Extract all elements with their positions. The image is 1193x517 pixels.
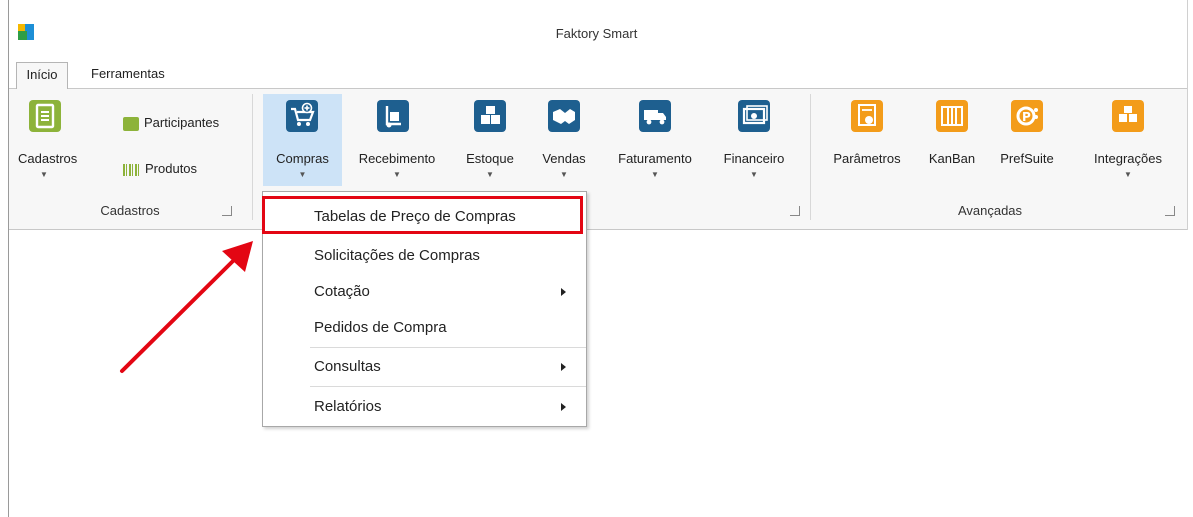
chevron-down-icon: ▼ (486, 170, 494, 179)
menu-item-solicitacoes[interactable]: Solicitações de Compras (314, 247, 480, 264)
produtos-label: Produtos (145, 161, 198, 176)
financeiro-label: Financeiro (723, 151, 785, 166)
chevron-down-icon: ▼ (40, 170, 48, 179)
operations-group-launcher-icon[interactable] (790, 206, 800, 216)
money-icon (738, 100, 770, 132)
document-icon (29, 100, 61, 132)
chevron-down-icon: ▼ (560, 170, 568, 179)
boxes-icon (474, 100, 506, 132)
chevron-down-icon: ▼ (750, 170, 758, 179)
estoque-button[interactable]: Estoque ▼ (456, 94, 524, 186)
tab-inicio[interactable]: Início (16, 62, 68, 89)
submenu-arrow-icon (561, 403, 566, 411)
tab-ferramentas[interactable]: Ferramentas (79, 62, 177, 88)
faturamento-button[interactable]: Faturamento ▼ (602, 94, 708, 186)
cart-icon (286, 100, 318, 132)
hand-truck-icon (377, 100, 409, 132)
annotation-arrow-icon (120, 241, 253, 373)
participantes-label: Participantes (144, 115, 220, 130)
highlight-box (262, 196, 583, 234)
handshake-icon (548, 100, 580, 132)
parametros-button[interactable]: Parâmetros (822, 94, 912, 186)
delivery-truck-icon (639, 100, 671, 132)
prefsuite-button[interactable]: P PrefSuite (992, 94, 1062, 186)
compras-label: Compras (276, 151, 329, 166)
kanban-button[interactable]: KanBan (920, 94, 984, 186)
integrations-icon (1112, 100, 1144, 132)
window-title: Faktory Smart (555, 26, 638, 41)
menu-item-cotacao[interactable]: Cotação (314, 283, 370, 300)
prefsuite-icon: P (1011, 100, 1043, 132)
menu-separator (310, 347, 586, 348)
cadastros-button[interactable]: Cadastros ▼ (18, 94, 78, 186)
window-left-border (8, 0, 9, 517)
parameters-icon (851, 100, 883, 132)
svg-text:P: P (1022, 110, 1031, 124)
integracoes-label: Integrações (1094, 151, 1162, 166)
recebimento-label: Recebimento (358, 151, 436, 166)
group-divider (810, 94, 811, 220)
prefsuite-label: PrefSuite (1000, 151, 1054, 166)
faturamento-label: Faturamento (618, 151, 692, 166)
menu-separator (310, 386, 586, 387)
avancadas-group-label: Avançadas (957, 203, 1023, 218)
participant-card-icon (123, 116, 139, 131)
menu-item-pedidos-de-compra[interactable]: Pedidos de Compra (314, 319, 447, 336)
compras-button[interactable]: Compras ▼ (263, 94, 342, 186)
recebimento-button[interactable]: Recebimento ▼ (345, 94, 449, 186)
menu-item-consultas[interactable]: Consultas (314, 358, 381, 375)
kanban-label: KanBan (928, 151, 976, 166)
chevron-down-icon: ▼ (393, 170, 401, 179)
vendas-label: Vendas (542, 151, 586, 166)
chevron-down-icon: ▼ (298, 170, 307, 179)
barcode-icon (123, 163, 140, 176)
parametros-label: Parâmetros (833, 151, 901, 166)
vendas-button[interactable]: Vendas ▼ (534, 94, 594, 186)
financeiro-button[interactable]: Financeiro ▼ (712, 94, 796, 186)
submenu-arrow-icon (561, 363, 566, 371)
integracoes-button[interactable]: Integrações ▼ (1080, 94, 1176, 186)
cadastros-group-label: Cadastros (100, 203, 160, 218)
menu-item-relatorios[interactable]: Relatórios (314, 398, 382, 415)
avancadas-group-launcher-icon[interactable] (1165, 206, 1175, 216)
estoque-label: Estoque (466, 151, 514, 166)
produtos-button[interactable]: Produtos (123, 158, 197, 180)
chevron-down-icon: ▼ (1124, 170, 1132, 179)
participantes-button[interactable]: Participantes (123, 112, 219, 134)
submenu-arrow-icon (561, 288, 566, 296)
cadastros-group-launcher-icon[interactable] (222, 206, 232, 216)
cadastros-button-label: Cadastros (18, 151, 78, 166)
chevron-down-icon: ▼ (651, 170, 659, 179)
kanban-icon (936, 100, 968, 132)
group-divider (252, 94, 253, 220)
